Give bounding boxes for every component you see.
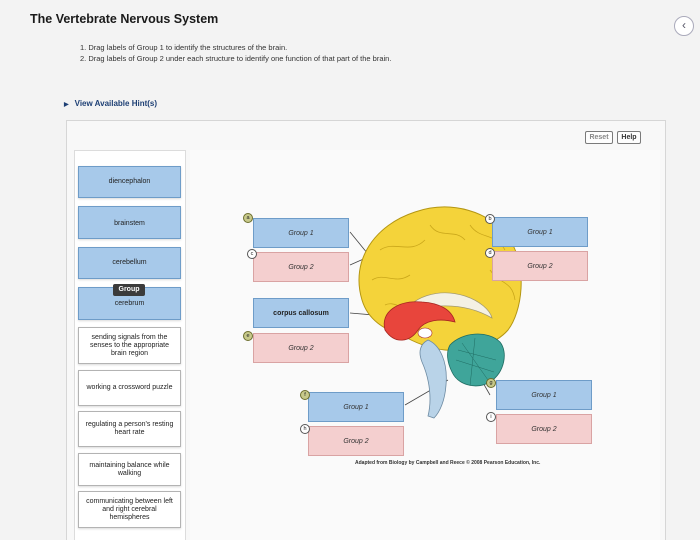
drop-target-a-group1[interactable]: Group 1 <box>253 218 349 248</box>
image-credit: Adapted from Biology by Campbell and Ree… <box>355 460 541 466</box>
drop-target-corpus[interactable]: corpus callosum <box>253 298 349 328</box>
drop-target-h-group2[interactable]: Group 2 <box>308 426 404 456</box>
pin-d: d <box>485 248 495 258</box>
pin-b: b <box>485 214 495 224</box>
drop-target-g-group1[interactable]: Group 1 <box>496 380 592 410</box>
brain-illustration <box>349 206 522 419</box>
pin-c: c <box>247 249 257 259</box>
pin-a: a <box>243 213 253 223</box>
drop-target-e-group2[interactable]: Group 2 <box>253 333 349 363</box>
drop-target-f-group1[interactable]: Group 1 <box>308 392 404 422</box>
pin-e: e <box>243 331 253 341</box>
pin-h: h <box>300 424 310 434</box>
drop-target-d-group2[interactable]: Group 2 <box>492 251 588 281</box>
pin-f: f <box>300 390 310 400</box>
drop-target-i-group2[interactable]: Group 2 <box>496 414 592 444</box>
drop-target-b-group1[interactable]: Group 1 <box>492 217 588 247</box>
pin-g: g <box>486 378 496 388</box>
drop-target-c-group2[interactable]: Group 2 <box>253 252 349 282</box>
brainstem-shape <box>419 339 447 419</box>
pin-i: i <box>486 412 496 422</box>
